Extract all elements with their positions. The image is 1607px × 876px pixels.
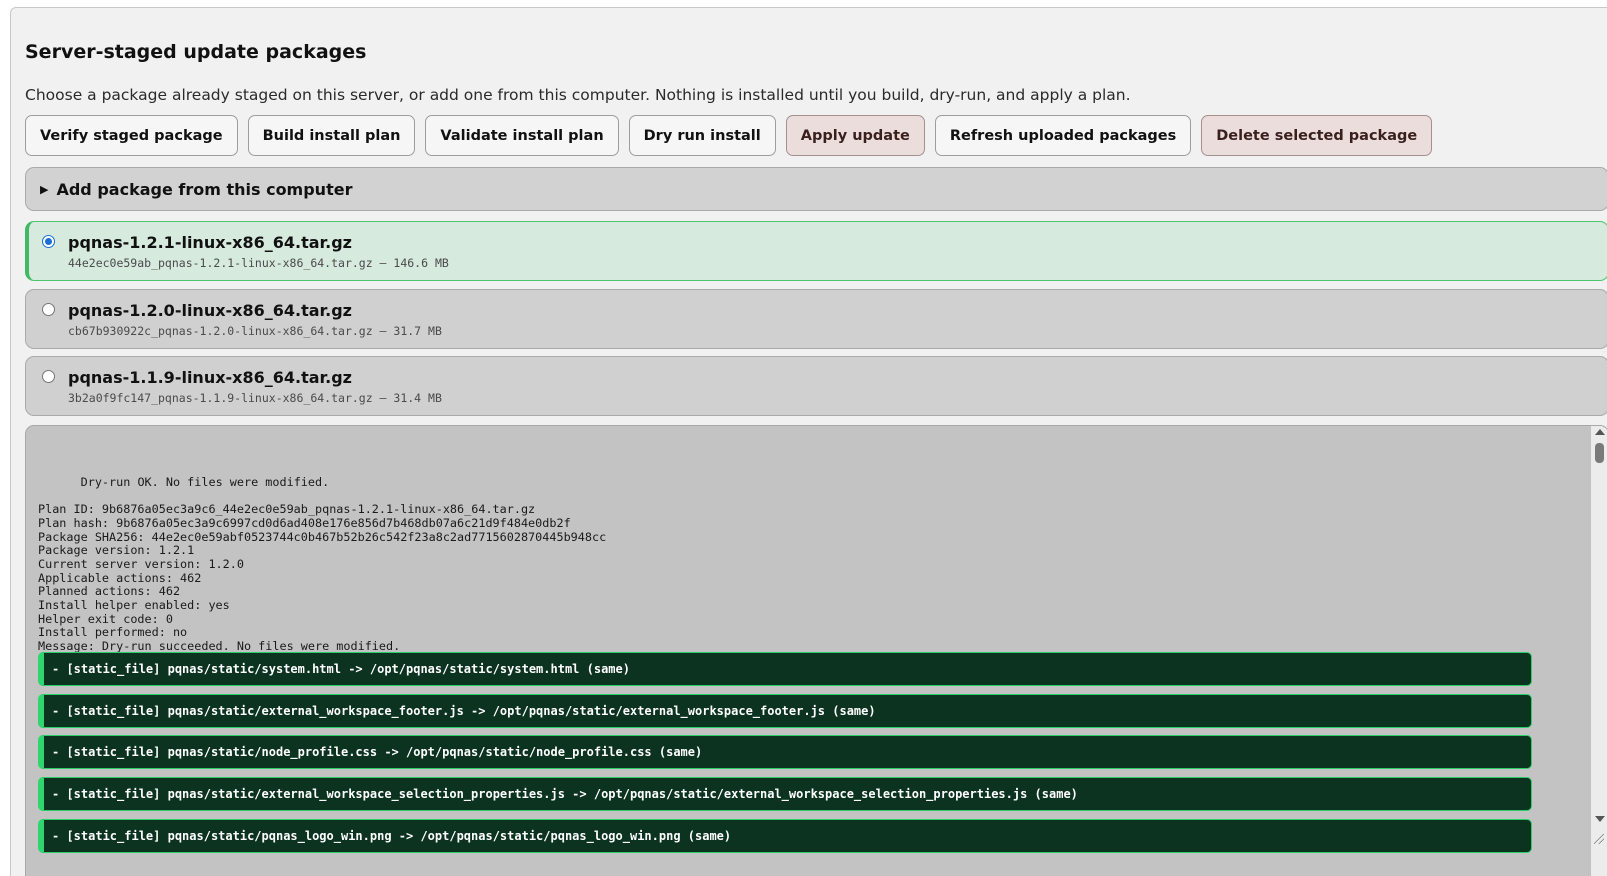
action-row: - [static_file] pqnas/static/pqnas_logo_… — [38, 819, 1532, 853]
refresh-packages-button[interactable]: Refresh uploaded packages — [934, 115, 1192, 156]
package-name: pqnas-1.2.0-linux-x86_64.tar.gz — [68, 301, 352, 320]
action-row: - [static_file] pqnas/static/node_profil… — [38, 735, 1532, 769]
action-row: - [static_file] pqnas/static/external_wo… — [38, 694, 1532, 728]
validate-plan-button[interactable]: Validate install plan — [425, 115, 619, 156]
dry-run-log[interactable]: Dry-run OK. No files were modified. Plan … — [25, 425, 1607, 876]
log-line: Applicable actions: 462 — [38, 570, 202, 585]
log-line: Install helper enabled: yes — [38, 598, 230, 613]
package-option[interactable]: pqnas-1.2.0-linux-x86_64.tar.gz cb67b930… — [25, 289, 1607, 349]
scroll-down-icon[interactable] — [1595, 816, 1605, 822]
delete-package-button[interactable]: Delete selected package — [1201, 115, 1433, 156]
update-packages-panel: Server-staged update packages Choose a p… — [10, 7, 1607, 876]
section-title: Server-staged update packages — [25, 41, 367, 63]
log-line: Plan ID: 9b6876a05ec3a9c6_44e2ec0e59ab_p… — [38, 502, 536, 517]
log-line: Plan hash: 9b6876a05ec3a9c6997cd0d6ad408… — [38, 515, 571, 530]
dry-run-button[interactable]: Dry run install — [628, 115, 776, 156]
add-package-label: Add package from this computer — [56, 179, 353, 199]
scroll-thumb[interactable] — [1595, 443, 1604, 463]
package-option[interactable]: pqnas-1.1.9-linux-x86_64.tar.gz 3b2a0f9f… — [25, 356, 1607, 416]
radio-unchecked-icon[interactable] — [42, 303, 55, 316]
radio-unchecked-icon[interactable] — [42, 370, 55, 383]
package-meta: cb67b930922c_pqnas-1.2.0-linux-x86_64.ta… — [68, 324, 442, 338]
log-line: Package SHA256: 44e2ec0e59abf0523744c0b4… — [38, 529, 607, 544]
log-status-line: Dry-run OK. No files were modified. — [80, 474, 330, 489]
resize-grip-icon[interactable] — [1594, 834, 1604, 844]
scroll-up-icon[interactable] — [1595, 429, 1605, 435]
package-meta: 3b2a0f9fc147_pqnas-1.1.9-linux-x86_64.ta… — [68, 391, 442, 405]
action-row: - [static_file] pqnas/static/system.html… — [38, 652, 1532, 686]
verify-package-button[interactable]: Verify staged package — [25, 115, 238, 156]
build-plan-button[interactable]: Build install plan — [247, 115, 416, 156]
action-toolbar: Verify staged package Build install plan… — [25, 115, 1433, 156]
log-line: Current server version: 1.2.0 — [38, 556, 244, 571]
package-meta: 44e2ec0e59ab_pqnas-1.2.1-linux-x86_64.ta… — [68, 256, 449, 270]
radio-checked-icon[interactable] — [42, 235, 55, 248]
package-name: pqnas-1.1.9-linux-x86_64.tar.gz — [68, 368, 352, 387]
add-package-disclosure[interactable]: ▶ Add package from this computer — [25, 167, 1607, 211]
log-text: Dry-run OK. No files were modified. Plan … — [38, 462, 606, 668]
log-line: Helper exit code: 0 — [38, 611, 173, 626]
section-subtitle: Choose a package already staged on this … — [25, 86, 1131, 104]
log-line: Package version: 1.2.1 — [38, 543, 195, 558]
triangle-right-icon: ▶ — [40, 182, 49, 196]
log-scrollbar[interactable] — [1591, 426, 1607, 876]
package-option[interactable]: pqnas-1.2.1-linux-x86_64.tar.gz 44e2ec0e… — [25, 221, 1607, 281]
log-line: Install performed: no — [38, 625, 188, 640]
log-line: Planned actions: 462 — [38, 584, 181, 599]
action-row: - [static_file] pqnas/static/external_wo… — [38, 777, 1532, 811]
package-name: pqnas-1.2.1-linux-x86_64.tar.gz — [68, 233, 352, 252]
apply-update-button[interactable]: Apply update — [785, 115, 925, 156]
